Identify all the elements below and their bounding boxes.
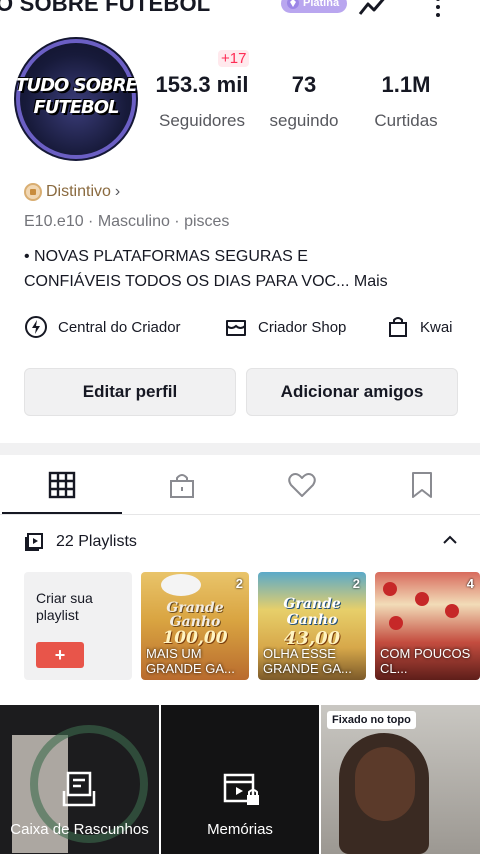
chevron-right-icon: › (114, 183, 121, 200)
bio-line-1: • NOVAS PLATAFORMAS SEGURAS E (24, 248, 308, 265)
shop-icon (226, 320, 246, 336)
grid-icon (48, 471, 76, 499)
pinned-badge: Fixado no topo (327, 711, 416, 729)
tier-diamond-icon (287, 0, 299, 9)
creator-shop-link[interactable]: Criador Shop (224, 312, 346, 342)
add-friends-button[interactable]: Adicionar amigos (246, 368, 458, 416)
creator-shop-label: Criador Shop (258, 318, 347, 336)
drafts-icon (62, 771, 96, 807)
playlist-video-count: 2 (235, 576, 243, 591)
lock-icon (170, 474, 194, 498)
tab-liked[interactable] (242, 455, 362, 515)
followers-count: 153.3 mil (155, 72, 249, 97)
badge-link-label: Distintivo (46, 183, 111, 200)
playlists-count: 22 Playlists (56, 533, 137, 550)
followers-stat[interactable]: 153.3 mil Seguidores (148, 72, 256, 131)
cherry-icon (445, 604, 459, 618)
memories-cell[interactable]: Memórias (161, 705, 319, 854)
bio-line-2: CONFIÁVEIS TODOS OS DIAS PARA VOC... (24, 273, 350, 290)
more-icon[interactable] (428, 0, 448, 18)
create-playlist-card[interactable]: Criar sua playlist + (24, 572, 132, 680)
following-label: seguindo (269, 111, 339, 130)
memories-lock-icon (223, 773, 259, 805)
profile-tabs (0, 455, 480, 515)
chevron-up-icon[interactable] (442, 532, 458, 548)
section-divider (0, 443, 480, 455)
drafts-label: Caixa de Rascunhos (10, 821, 149, 838)
playlists-header[interactable]: 22 Playlists (24, 530, 464, 554)
profile-meta: E10.e10 · Masculino · pisces (24, 213, 230, 230)
lightning-icon (25, 316, 47, 338)
playlist-title: MAIS UM GRANDE GA... (146, 646, 235, 676)
cherry-icon (383, 582, 397, 596)
likes-label: Curtidas (374, 111, 438, 130)
top-bar: O SOBRE FUTEBOL Platina (0, 0, 480, 24)
bookmark-icon (412, 472, 432, 498)
creator-center-label: Central do Criador (58, 318, 181, 336)
creator-center-link[interactable]: Central do Criador (24, 312, 181, 342)
kwai-label: Kwai (420, 318, 453, 336)
tab-videos[interactable] (2, 455, 122, 515)
tier-badge-label: Platina (303, 0, 340, 9)
playlist-thumb-art (161, 574, 201, 596)
playlist-art-text: Grande Ganho (283, 596, 341, 628)
active-tab-indicator (2, 512, 122, 514)
following-count: 73 (291, 72, 317, 97)
playlist-art-amount: 100,00 (162, 628, 228, 648)
shopping-bag-icon (389, 317, 407, 337)
create-playlist-button[interactable]: + (36, 642, 84, 668)
video-grid: Caixa de Rascunhos Memórias Fixado no to… (0, 705, 480, 854)
cherry-icon (389, 616, 403, 630)
cherry-icon (415, 592, 429, 606)
pinned-video-face (355, 747, 415, 821)
memories-label: Memórias (207, 821, 273, 838)
tab-saved[interactable] (362, 455, 480, 515)
likes-count: 1.1M (381, 72, 431, 97)
playlist-video-count: 4 (466, 576, 474, 591)
following-stat[interactable]: 73 seguindo (262, 72, 346, 131)
playlist-title: OLHA ESSE GRANDE GA... (263, 646, 352, 676)
playlist-card[interactable]: Grande Ganho 43,00 2 OLHA ESSE GRANDE GA… (258, 572, 366, 680)
tier-badge[interactable]: Platina (281, 0, 348, 13)
badge-link[interactable]: Distintivo › (24, 183, 120, 201)
kwai-link[interactable]: Kwai (386, 312, 453, 342)
edit-profile-button[interactable]: Editar perfil (24, 368, 236, 416)
profile-username: O SOBRE FUTEBOL (0, 0, 211, 16)
create-playlist-label: Criar sua playlist (36, 590, 93, 623)
creator-links: Central do Criador Criador Shop Kwai (0, 312, 480, 342)
playlist-card[interactable]: 4 COM POUCOS CL... (375, 572, 480, 680)
bio-more-link[interactable]: Mais (354, 273, 388, 290)
analytics-icon[interactable] (356, 0, 392, 18)
tab-private[interactable] (122, 455, 242, 515)
heart-icon (288, 473, 316, 497)
followers-label: Seguidores (158, 111, 245, 130)
playlist-title: COM POUCOS CL... (380, 646, 471, 676)
profile-stats: 153.3 mil Seguidores 73 seguindo 1.1M Cu… (0, 50, 480, 140)
profile-bio[interactable]: • NOVAS PLATAFORMAS SEGURAS E CONFIÁVEIS… (24, 244, 464, 294)
pinned-video-cell[interactable]: Fixado no topo (321, 705, 480, 854)
playlist-video-count: 2 (352, 576, 360, 591)
likes-stat[interactable]: 1.1M Curtidas (360, 72, 452, 131)
playlist-icon (25, 533, 43, 551)
playlist-card[interactable]: Grande Ganho 100,00 2 MAIS UM GRANDE GA.… (141, 572, 249, 680)
drafts-cell[interactable]: Caixa de Rascunhos (0, 705, 159, 854)
badge-coin-icon (24, 183, 42, 201)
